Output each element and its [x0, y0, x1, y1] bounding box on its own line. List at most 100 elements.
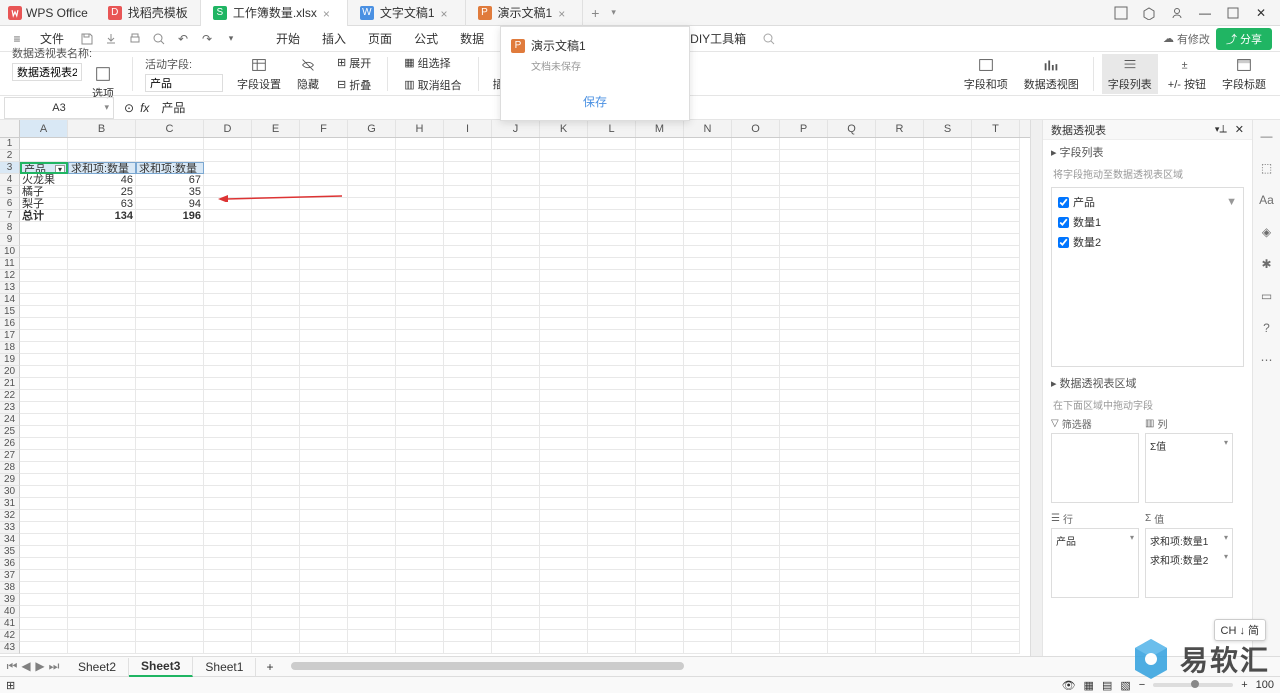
cell[interactable] [540, 498, 588, 510]
cell[interactable] [732, 150, 780, 162]
settings-icon[interactable]: ✱ [1257, 254, 1277, 274]
cell[interactable] [540, 438, 588, 450]
cell[interactable] [636, 222, 684, 234]
cell[interactable] [204, 138, 252, 150]
col-header[interactable]: J [492, 120, 540, 137]
cell[interactable]: 梨子 [20, 198, 68, 210]
cell[interactable] [588, 618, 636, 630]
cell[interactable] [924, 630, 972, 642]
cell[interactable] [636, 450, 684, 462]
column-area[interactable]: Σ值 [1145, 433, 1233, 503]
cell[interactable] [876, 402, 924, 414]
cell[interactable] [828, 246, 876, 258]
cell[interactable] [540, 294, 588, 306]
cell[interactable] [828, 306, 876, 318]
cell[interactable] [780, 510, 828, 522]
col-header[interactable]: C [136, 120, 204, 137]
cell[interactable] [828, 210, 876, 222]
cell[interactable] [348, 546, 396, 558]
cell[interactable] [492, 318, 540, 330]
cell[interactable] [924, 366, 972, 378]
user-icon[interactable] [1166, 2, 1188, 24]
cell[interactable] [20, 402, 68, 414]
cell[interactable] [972, 162, 1020, 174]
cell[interactable] [636, 618, 684, 630]
cell[interactable] [136, 618, 204, 630]
row-header[interactable]: 33 [0, 522, 20, 534]
cell[interactable] [252, 630, 300, 642]
cell[interactable] [972, 354, 1020, 366]
row-header[interactable]: 32 [0, 510, 20, 522]
cell[interactable] [300, 318, 348, 330]
cell[interactable] [252, 258, 300, 270]
cell[interactable] [732, 606, 780, 618]
cell[interactable] [732, 234, 780, 246]
cell[interactable] [588, 210, 636, 222]
cell[interactable] [492, 270, 540, 282]
cell[interactable] [348, 282, 396, 294]
cell[interactable] [684, 198, 732, 210]
cell[interactable] [348, 486, 396, 498]
cell[interactable] [348, 294, 396, 306]
cell[interactable] [396, 270, 444, 282]
cell[interactable] [588, 606, 636, 618]
close-panel-icon[interactable]: ✕ [1235, 123, 1244, 136]
cell[interactable] [204, 498, 252, 510]
cell[interactable] [492, 378, 540, 390]
cell[interactable] [924, 294, 972, 306]
row-area[interactable]: 产品 [1051, 528, 1139, 598]
cell[interactable] [588, 222, 636, 234]
row-header[interactable]: 20 [0, 366, 20, 378]
cell[interactable] [780, 162, 828, 174]
cell[interactable] [348, 534, 396, 546]
cell[interactable] [540, 630, 588, 642]
cell[interactable] [492, 342, 540, 354]
next-sheet-icon[interactable]: ▶ [34, 659, 46, 674]
cell[interactable] [780, 594, 828, 606]
cell[interactable] [876, 390, 924, 402]
row-header[interactable]: 25 [0, 426, 20, 438]
cell[interactable] [492, 426, 540, 438]
cell[interactable] [732, 198, 780, 210]
cell[interactable] [68, 378, 136, 390]
cell[interactable] [252, 390, 300, 402]
cell[interactable] [300, 138, 348, 150]
cell[interactable] [492, 510, 540, 522]
cell[interactable] [136, 354, 204, 366]
cell[interactable] [492, 222, 540, 234]
cell[interactable] [348, 330, 396, 342]
cell[interactable] [684, 246, 732, 258]
cell[interactable] [20, 630, 68, 642]
cell[interactable] [636, 606, 684, 618]
cell[interactable] [136, 474, 204, 486]
cell[interactable] [444, 474, 492, 486]
cell[interactable] [136, 582, 204, 594]
cell[interactable] [492, 474, 540, 486]
cell[interactable] [204, 570, 252, 582]
cell[interactable] [924, 510, 972, 522]
cell[interactable] [204, 450, 252, 462]
cell[interactable] [204, 342, 252, 354]
cell[interactable] [396, 462, 444, 474]
cell[interactable] [972, 378, 1020, 390]
cell[interactable] [204, 606, 252, 618]
cell[interactable] [732, 558, 780, 570]
cell[interactable] [636, 174, 684, 186]
cell[interactable] [732, 222, 780, 234]
cell[interactable] [684, 390, 732, 402]
cell[interactable] [588, 282, 636, 294]
cell[interactable] [20, 486, 68, 498]
cell[interactable] [492, 306, 540, 318]
cell[interactable] [828, 426, 876, 438]
cell[interactable] [396, 222, 444, 234]
cell[interactable] [924, 642, 972, 654]
cell[interactable] [684, 438, 732, 450]
cell[interactable] [252, 522, 300, 534]
cell[interactable] [252, 366, 300, 378]
cell[interactable] [636, 306, 684, 318]
col-header[interactable]: T [972, 120, 1020, 137]
cell[interactable] [636, 366, 684, 378]
cell[interactable] [396, 522, 444, 534]
cell[interactable] [68, 606, 136, 618]
cell[interactable] [540, 150, 588, 162]
